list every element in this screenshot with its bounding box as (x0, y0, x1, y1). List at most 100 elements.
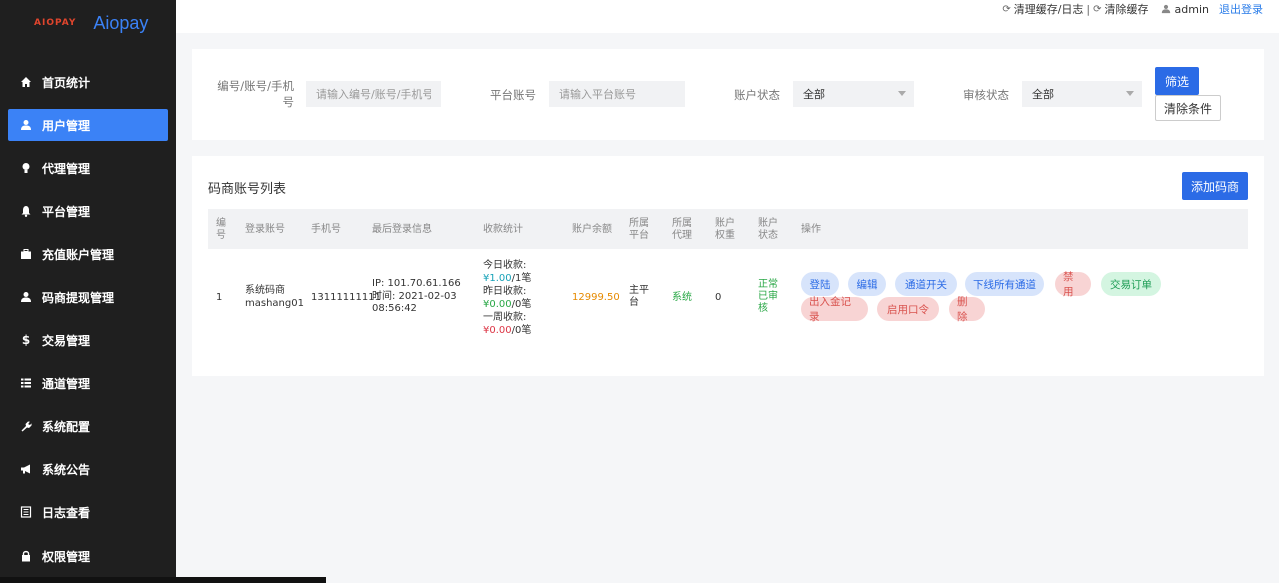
sidebar-item-label: 系统公告 (42, 462, 91, 477)
cell-login-time: 时间: 2021-02-03 08:56:42 (372, 291, 457, 314)
sidebar-item-announcements[interactable]: 系统公告 (8, 453, 168, 485)
today-stat: 今日收款: ¥1.00/1笔 (483, 259, 553, 285)
yesterday-label: 昨日收款: (483, 286, 527, 297)
refresh-icon: ⟳ (1002, 3, 1011, 15)
briefcase-icon (20, 248, 32, 260)
delete-button[interactable]: 删除 (949, 296, 985, 323)
sidebar-item-withdrawals[interactable]: 码商提现管理 (8, 281, 168, 313)
table-header: 编号 登录账号 手机号 最后登录信息 收款统计 账户余额 所属平台 所属代理 账… (208, 209, 1248, 249)
sidebar-item-permissions[interactable]: 权限管理 (8, 540, 168, 572)
log-icon (20, 506, 32, 518)
sidebar-item-label: 日志查看 (42, 505, 91, 520)
yesterday-amount: ¥0.00 (483, 299, 512, 310)
sidebar-item-logs[interactable]: 日志查看 (8, 496, 168, 528)
top-links: ⟳ 清理缓存/日志 | ⟳ 清除缓存 admin 退出登录 (1002, 1, 1263, 17)
sidebar-item-agents[interactable]: 代理管理 (8, 152, 168, 184)
column-header: 账户权重 (715, 218, 735, 241)
column-header: 最后登录信息 (372, 224, 432, 235)
lock-icon (20, 550, 32, 562)
home-icon (20, 76, 32, 88)
column-header: 所属代理 (672, 218, 692, 241)
cell-revenue-stats: 今日收款: ¥1.00/1笔 昨日收款: ¥0.00/0笔 一周收款: ¥0.00/0… (483, 259, 553, 337)
table-row: 1 系统码商 mashang01 13111111111 IP: 101.70.… (208, 249, 1248, 345)
sidebar-item-users[interactable]: 用户管理 (8, 109, 168, 141)
top-separator: | (1086, 2, 1091, 16)
review-status-select[interactable]: 全部 (1022, 81, 1142, 107)
sidebar-item-label: 首页统计 (42, 75, 91, 90)
week-label: 一周收款: (483, 312, 527, 323)
user-menu[interactable]: admin (1161, 3, 1209, 16)
merchant-list-panel: 码商账号列表 添加码商 编号 登录账号 手机号 最后登录信息 收款统计 账户余额… (192, 156, 1264, 376)
yesterday-count: /0笔 (511, 299, 532, 310)
list-title: 码商账号列表 (208, 182, 287, 197)
sidebar-item-transactions[interactable]: $ 交易管理 (8, 324, 168, 356)
brand: AIOPAY Aiopay (0, 0, 176, 46)
id-filter-label: 编号/账号/手机号 (217, 79, 294, 109)
fund-records-button[interactable]: 出入金记录 (801, 296, 868, 323)
account-status-value: 全部 (803, 88, 825, 101)
cell-login-ip: IP: 101.70.61.166 (372, 278, 461, 289)
platform-filter-label: 平台账号 (490, 88, 536, 102)
user-icon (1161, 4, 1170, 14)
edit-button[interactable]: 编辑 (848, 272, 886, 296)
cell-weight: 0 (715, 292, 722, 303)
offline-all-channels-button[interactable]: 下线所有通道 (965, 272, 1044, 296)
column-header: 收款统计 (483, 224, 523, 235)
cell-status: 正常 (758, 279, 778, 290)
sidebar-item-label: 交易管理 (42, 333, 91, 348)
list-icon (20, 377, 32, 389)
sidebar-item-channels[interactable]: 通道管理 (8, 367, 168, 399)
user-icon (20, 119, 32, 131)
clear-cache-link[interactable]: ⟳ 清除缓存 (1093, 1, 1148, 17)
id-filter-input[interactable] (306, 81, 441, 107)
clear-cache-log-link[interactable]: ⟳ 清理缓存/日志 (1002, 1, 1083, 17)
cell-id: 1 (216, 292, 223, 303)
clear-filters-button[interactable]: 清除条件 (1155, 95, 1221, 121)
sidebar-item-label: 平台管理 (42, 204, 91, 219)
login-as-button[interactable]: 登陆 (801, 272, 839, 296)
today-amount: ¥1.00 (483, 273, 512, 284)
search-button[interactable]: 筛选 (1155, 67, 1199, 95)
platform-filter-input[interactable] (549, 81, 685, 107)
sidebar-item-recharge-accounts[interactable]: 充值账户管理 (8, 238, 168, 270)
cell-login-account: mashang01 (245, 298, 304, 309)
enable-password-button[interactable]: 启用口令 (877, 297, 939, 321)
cell-balance: 12999.50 (572, 292, 620, 303)
sidebar-item-label: 权限管理 (42, 549, 91, 564)
channel-switch-button[interactable]: 通道开关 (895, 272, 957, 296)
account-status-select[interactable]: 全部 (793, 81, 914, 107)
review-status-value: 全部 (1032, 88, 1054, 101)
sidebar-item-dashboard[interactable]: 首页统计 (8, 66, 168, 98)
column-header: 账户状态 (758, 218, 778, 241)
sidebar: AIOPAY Aiopay 首页统计 用户管理 代理管理 平台管理 充值账户管理… (0, 0, 176, 583)
clear-cache-log-label: 清理缓存/日志 (1013, 3, 1084, 16)
top-bar: ⟳ 清理缓存/日志 | ⟳ 清除缓存 admin 退出登录 (176, 0, 1279, 33)
filter-panel: 编号/账号/手机号 平台账号 账户状态 全部 审核状态 全部 筛选 清除条件 (192, 49, 1264, 140)
account-status-label: 账户状态 (734, 88, 780, 102)
cell-review-status: 已审核 (758, 291, 778, 314)
week-count: /0笔 (511, 325, 532, 336)
sidebar-item-label: 代理管理 (42, 161, 91, 176)
column-header: 登录账号 (245, 224, 285, 235)
username: admin (1174, 2, 1209, 16)
add-merchant-button[interactable]: 添加码商 (1182, 172, 1248, 200)
cell-platform: 主平台 (629, 285, 649, 308)
sidebar-item-label: 充值账户管理 (42, 247, 115, 262)
sidebar-item-label: 系统配置 (42, 419, 91, 434)
today-count: /1笔 (511, 273, 532, 284)
column-header: 账户余额 (572, 224, 612, 235)
sidebar-item-platforms[interactable]: 平台管理 (8, 195, 168, 227)
refresh-icon: ⟳ (1093, 3, 1102, 15)
column-header: 所属平台 (629, 218, 649, 241)
sidebar-item-system-config[interactable]: 系统配置 (8, 410, 168, 442)
review-status-label: 审核状态 (963, 88, 1009, 102)
cell-login-name: 系统码商 (245, 285, 285, 296)
disable-button[interactable]: 禁用 (1055, 271, 1091, 298)
dollar-icon: $ (21, 333, 31, 347)
chevron-down-icon (1126, 91, 1134, 96)
today-label: 今日收款: (483, 260, 527, 271)
trade-orders-button[interactable]: 交易订单 (1101, 272, 1161, 296)
logout-link[interactable]: 退出登录 (1219, 1, 1263, 17)
user-icon (20, 291, 32, 303)
sidebar-item-label: 用户管理 (42, 118, 91, 133)
